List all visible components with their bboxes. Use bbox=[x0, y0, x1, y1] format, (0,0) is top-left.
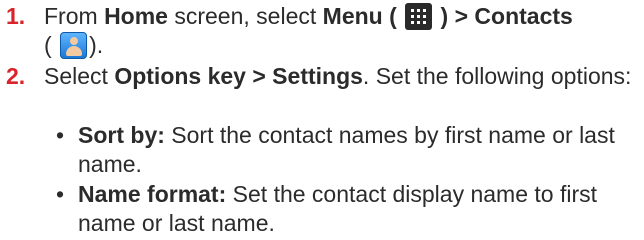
bullet-dot: • bbox=[56, 122, 65, 148]
contacts-label: ) > Contacts bbox=[440, 3, 573, 29]
step-text: Select Options key > Settings. Set the f… bbox=[44, 62, 640, 91]
bullet-dot: • bbox=[56, 181, 65, 207]
step-text-part: ( bbox=[44, 32, 52, 58]
options-settings-label: Options key > Settings bbox=[114, 63, 363, 89]
bullet-term: Name format: bbox=[78, 181, 227, 207]
step-number: 2. bbox=[6, 63, 26, 89]
bullet-text: Sort by: Sort the contact names by first… bbox=[78, 121, 642, 179]
step-number: 1. bbox=[6, 3, 26, 29]
step-text-part: . Set the following options: bbox=[362, 63, 632, 89]
menu-grid-icon bbox=[405, 3, 433, 30]
contacts-icon bbox=[60, 32, 88, 59]
bullet-text: Name format: Set the contact display nam… bbox=[78, 180, 642, 238]
menu-label: Menu ( bbox=[322, 3, 397, 29]
step-text-part: ). bbox=[89, 32, 104, 58]
step-text-part: screen, select bbox=[167, 3, 323, 29]
bullet-term: Sort by: bbox=[78, 122, 165, 148]
home-label: Home bbox=[104, 3, 168, 29]
step-text: From Home screen, select Menu ( ) > Cont… bbox=[44, 2, 640, 60]
step-text-part: From bbox=[44, 3, 105, 29]
step-text-part: Select bbox=[44, 63, 115, 89]
